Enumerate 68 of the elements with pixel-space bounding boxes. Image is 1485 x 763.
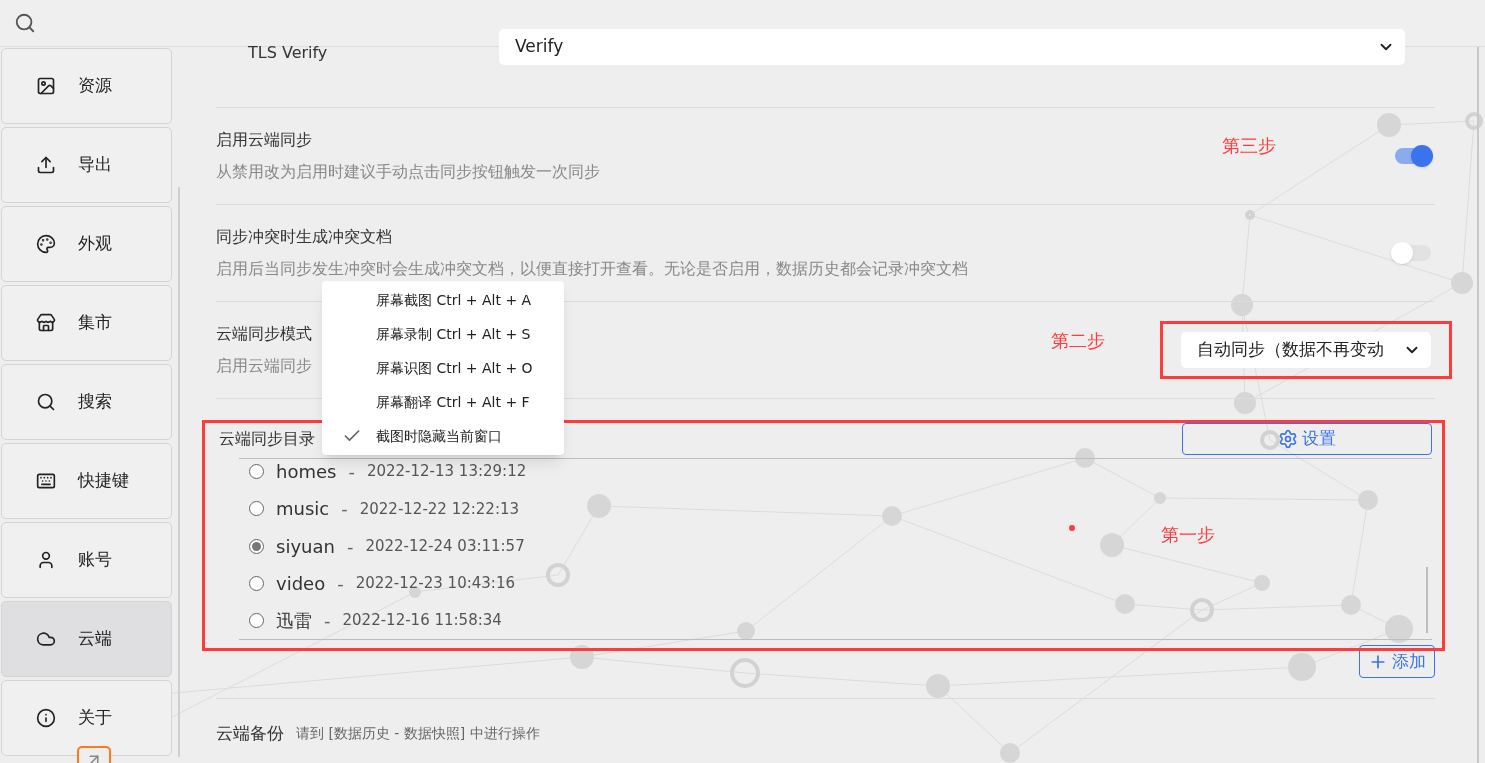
directory-name: homes bbox=[276, 460, 337, 485]
radio-button[interactable] bbox=[249, 464, 264, 480]
annotation-label: 第三步 bbox=[1222, 134, 1276, 158]
sidebar-item[interactable]: 集市 bbox=[1, 285, 172, 361]
directory-option[interactable]: video - 2022-12-23 10:43:16 bbox=[239, 564, 515, 602]
radio-button[interactable] bbox=[249, 538, 264, 554]
sidebar-item[interactable]: 关于 bbox=[1, 680, 172, 756]
sidebar-item[interactable]: 账号 bbox=[1, 522, 172, 598]
store-icon bbox=[36, 313, 56, 333]
section-title: 云端备份 bbox=[216, 722, 284, 745]
setting-title: TLS Verify bbox=[248, 42, 328, 64]
setting-description: 启用云端同步 bbox=[216, 355, 312, 377]
toggle-switch[interactable] bbox=[1395, 148, 1431, 164]
directory-name: 迅雷 bbox=[276, 608, 312, 633]
setting-description: 启用后当同步发生冲突时会生成冲突文档，以便直接打开查看。无论是否启用，数据历史都会记录冲突文档 bbox=[216, 258, 968, 280]
sidebar-item[interactable]: 导出 bbox=[1, 127, 172, 203]
keyboard-icon bbox=[36, 471, 56, 491]
cloud-icon bbox=[36, 629, 56, 649]
setting-description: 从禁用改为启用时建议手动点击同步按钮触发一次同步 bbox=[216, 161, 600, 183]
separator-dash: - bbox=[337, 571, 344, 596]
sidebar-item[interactable]: 外观 bbox=[1, 206, 172, 282]
palette-icon bbox=[36, 234, 56, 254]
directory-timestamp: 2022-12-13 13:29:12 bbox=[366, 461, 527, 483]
directory-name: music bbox=[276, 497, 330, 522]
backup-note: 请到 [数据历史 - 数据快照] 中进行操作 bbox=[296, 724, 540, 744]
image-icon bbox=[36, 76, 56, 96]
setting-title: 同步冲突时生成冲突文档 bbox=[216, 226, 393, 248]
separator-dash: - bbox=[348, 460, 355, 485]
radio-button[interactable] bbox=[249, 501, 264, 517]
section-title: 云端同步目录 bbox=[219, 428, 315, 450]
directory-option[interactable]: siyuan - 2022-12-24 03:11:57 bbox=[239, 527, 525, 565]
sidebar-item[interactable]: 快捷键 bbox=[1, 443, 172, 519]
sidebar-item[interactable]: 资源 bbox=[1, 48, 172, 124]
upload-icon bbox=[36, 155, 56, 175]
directory-option[interactable]: 迅雷 - 2022-12-16 11:58:34 bbox=[239, 601, 502, 639]
setting-title: 启用云端同步 bbox=[216, 129, 313, 151]
menu-item[interactable]: 屏幕录制 Ctrl + Alt + S bbox=[322, 317, 564, 351]
search-icon bbox=[36, 392, 56, 412]
user-icon bbox=[36, 550, 56, 570]
menu-item[interactable]: 截图时隐藏当前窗口 bbox=[322, 419, 564, 453]
directory-timestamp: 2022-12-16 11:58:34 bbox=[342, 610, 502, 632]
directory-option[interactable]: homes - 2022-12-13 13:29:12 bbox=[239, 453, 527, 491]
radio-button[interactable] bbox=[249, 612, 264, 628]
radio-button[interactable] bbox=[249, 575, 264, 591]
menu-item[interactable]: 屏幕翻译 Ctrl + Alt + F bbox=[322, 385, 564, 419]
annotation-label: 第二步 bbox=[1051, 329, 1105, 353]
annotation-label: 第一步 bbox=[1161, 523, 1215, 547]
directory-timestamp: 2022-12-23 10:43:16 bbox=[355, 572, 515, 594]
directory-timestamp: 2022-12-24 03:11:57 bbox=[365, 535, 525, 557]
directory-name: video bbox=[276, 571, 326, 596]
settings-button[interactable]: 设置 bbox=[1182, 423, 1432, 455]
sidebar-item[interactable]: 云端 bbox=[1, 601, 172, 677]
directory-name: siyuan bbox=[276, 534, 335, 559]
menu-item[interactable]: 屏幕截图 Ctrl + Alt + A bbox=[322, 283, 564, 317]
info-icon bbox=[36, 708, 56, 728]
separator-dash: - bbox=[324, 608, 331, 633]
dropdown-select[interactable]: Verify bbox=[499, 29, 1405, 65]
directory-option[interactable]: music - 2022-12-22 12:22:13 bbox=[239, 490, 520, 528]
separator-dash: - bbox=[346, 534, 354, 559]
add-button[interactable]: 添加 bbox=[1359, 645, 1435, 678]
sidebar-item[interactable]: 搜索 bbox=[1, 364, 172, 440]
gear-icon bbox=[1278, 429, 1298, 449]
menu-item[interactable]: 屏幕识图 Ctrl + Alt + O bbox=[322, 351, 564, 385]
dropdown-select[interactable]: 自动同步（数据不再变动 bbox=[1181, 332, 1431, 368]
separator-dash: - bbox=[341, 497, 348, 522]
setting-title: 云端同步模式 bbox=[216, 323, 312, 345]
search-icon[interactable] bbox=[14, 12, 36, 34]
directory-timestamp: 2022-12-22 12:22:13 bbox=[359, 498, 520, 520]
